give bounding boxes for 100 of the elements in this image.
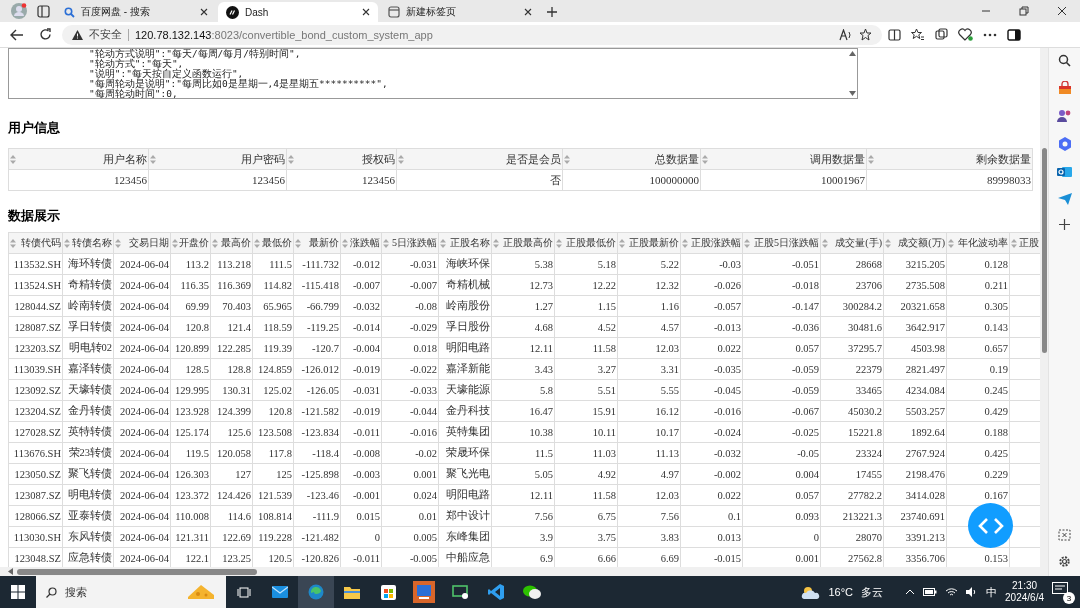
wifi-icon[interactable]	[945, 587, 959, 597]
column-header[interactable]: 正股名称	[438, 232, 492, 254]
column-header[interactable]: 交易日期	[113, 232, 171, 254]
app-icon[interactable]	[413, 581, 435, 603]
column-header[interactable]: 最新价	[293, 232, 341, 254]
code-editor-icon[interactable]	[488, 584, 504, 600]
warning-icon[interactable]	[72, 29, 83, 40]
table-cell: 129.995	[170, 379, 211, 401]
read-aloud-icon[interactable]	[839, 28, 853, 41]
column-header[interactable]: 最高价	[210, 232, 253, 254]
task-view-icon[interactable]	[237, 585, 251, 599]
table-cell: -0.001	[340, 484, 382, 506]
config-text-area[interactable]: "轮动方式说明":"每天/每周/每月/特别时间", "轮动方式":"每天", "说明":"每天按自定义函数运行", "每周轮动是说明":"每周比如0是星期一,4是星期五**********", "每周轮动时间":0,	[8, 48, 858, 99]
table-cell: 3215.205	[883, 253, 947, 275]
folder-icon[interactable]	[344, 585, 360, 599]
close-icon[interactable]	[362, 8, 370, 16]
column-header[interactable]: 用户密码	[148, 148, 287, 170]
browser-tab[interactable]: 新建标签页	[380, 2, 540, 22]
tab-actions-icon[interactable]	[36, 4, 50, 18]
paper-plane-icon[interactable]	[1057, 193, 1072, 205]
chevron-up-icon[interactable]	[905, 589, 916, 595]
browser-tab[interactable]: 百度网盘 - 搜索	[56, 2, 216, 22]
chat-app-icon[interactable]	[523, 584, 541, 600]
remote-desktop-icon[interactable]	[451, 585, 469, 599]
column-header[interactable]: 授权码	[286, 148, 397, 170]
address-bar[interactable]: 不安全 120.78.132.143:8023/convertible_bond_custom_system_app	[62, 24, 882, 45]
close-icon[interactable]	[524, 8, 532, 16]
column-header[interactable]: 调用数据量	[700, 148, 867, 170]
column-header[interactable]: 成交量(手)	[820, 232, 884, 254]
search-icon[interactable]	[1058, 54, 1071, 67]
code-toggle-button[interactable]	[968, 503, 1013, 548]
table-cell: -0.024	[680, 421, 743, 443]
column-header[interactable]: 正股涨跌幅	[680, 232, 743, 254]
column-header[interactable]: 最低价	[252, 232, 294, 254]
weather-cloud-icon[interactable]	[800, 584, 821, 600]
code-icon	[977, 517, 1004, 534]
table-cell: 123092.SZ	[8, 379, 63, 401]
people-icon[interactable]	[1057, 109, 1072, 123]
header-label: 成交额(万)	[898, 236, 945, 250]
header-label: 用户密码	[241, 151, 285, 167]
mail-icon[interactable]	[272, 586, 288, 598]
column-header[interactable]: 5日涨跌幅	[381, 232, 439, 254]
star-icon[interactable]	[859, 28, 872, 41]
screenshot-icon[interactable]	[1058, 529, 1071, 541]
scrollbar-thumb[interactable]	[1041, 148, 1047, 353]
shopping-bag-icon[interactable]	[1057, 81, 1072, 95]
collections-icon[interactable]	[935, 28, 948, 41]
column-header[interactable]: 正股最新价	[617, 232, 681, 254]
back-icon[interactable]	[10, 28, 24, 41]
scroll-left-icon[interactable]	[8, 568, 13, 575]
column-header[interactable]: 用户名称	[8, 148, 149, 170]
taskbar-search-field[interactable]: 搜索	[36, 576, 226, 608]
reload-icon[interactable]	[38, 28, 52, 41]
favorites-icon[interactable]	[911, 28, 925, 41]
add-icon[interactable]	[1059, 219, 1070, 230]
browser-tab[interactable]: Dash	[218, 2, 378, 22]
scroll-down-icon[interactable]	[848, 91, 856, 96]
restore-icon[interactable]	[1019, 6, 1029, 16]
store-icon[interactable]	[380, 584, 396, 600]
column-header[interactable]: 正股最低价	[554, 232, 618, 254]
hexagon-app-icon[interactable]	[1057, 137, 1072, 151]
column-header[interactable]: 成交额(万)	[883, 232, 947, 254]
sidebar-toggle-icon[interactable]	[1007, 28, 1021, 41]
table-cell: -111.9	[293, 505, 341, 527]
column-header[interactable]: 涨跌幅	[340, 232, 382, 254]
table-cell: 明阳电路	[438, 337, 492, 359]
column-header[interactable]: 是否是会员	[396, 148, 563, 170]
windows-start-icon[interactable]	[11, 585, 25, 599]
battery-icon[interactable]	[923, 588, 938, 596]
scroll-up-icon[interactable]	[848, 51, 856, 56]
table-cell: 113.218	[210, 253, 253, 275]
column-header[interactable]: 剩余数据量	[866, 148, 1033, 170]
column-header[interactable]: 开盘价	[170, 232, 211, 254]
column-header[interactable]: 正股最高价	[491, 232, 555, 254]
column-header[interactable]: 正股5日涨跌幅	[742, 232, 821, 254]
close-icon[interactable]	[1057, 6, 1067, 16]
settings-icon[interactable]	[1058, 555, 1071, 568]
more-icon[interactable]	[983, 32, 997, 37]
column-header[interactable]: 转债代码	[8, 232, 63, 254]
clock[interactable]: 21:30 2024/6/4	[1005, 580, 1044, 604]
column-header[interactable]: 总数据量	[562, 148, 701, 170]
heart-pulse-icon[interactable]	[958, 28, 973, 41]
scrollbar-thumb[interactable]	[17, 568, 257, 575]
table-cell: -0.007	[340, 274, 382, 296]
split-screen-icon[interactable]	[888, 28, 901, 41]
table-cell: 6.75	[554, 505, 618, 527]
table-cell: 0.229	[946, 463, 1010, 485]
column-header[interactable]: 年化波动率	[946, 232, 1010, 254]
header-label: 正股	[1019, 236, 1039, 250]
close-icon[interactable]	[200, 8, 208, 16]
ime-indicator[interactable]: 中	[986, 584, 998, 600]
notification-button[interactable]: 3	[1052, 582, 1072, 602]
profile-icon[interactable]	[11, 3, 27, 19]
table-cell: 12.73	[491, 274, 555, 296]
column-header[interactable]: 正股	[1009, 232, 1040, 254]
new-tab-icon[interactable]	[546, 6, 558, 18]
table-cell: 127028.SZ	[8, 421, 63, 443]
mail-app-icon[interactable]	[1057, 165, 1072, 179]
column-header[interactable]: 转债名称	[62, 232, 114, 254]
edge-browser-icon[interactable]	[308, 584, 324, 600]
